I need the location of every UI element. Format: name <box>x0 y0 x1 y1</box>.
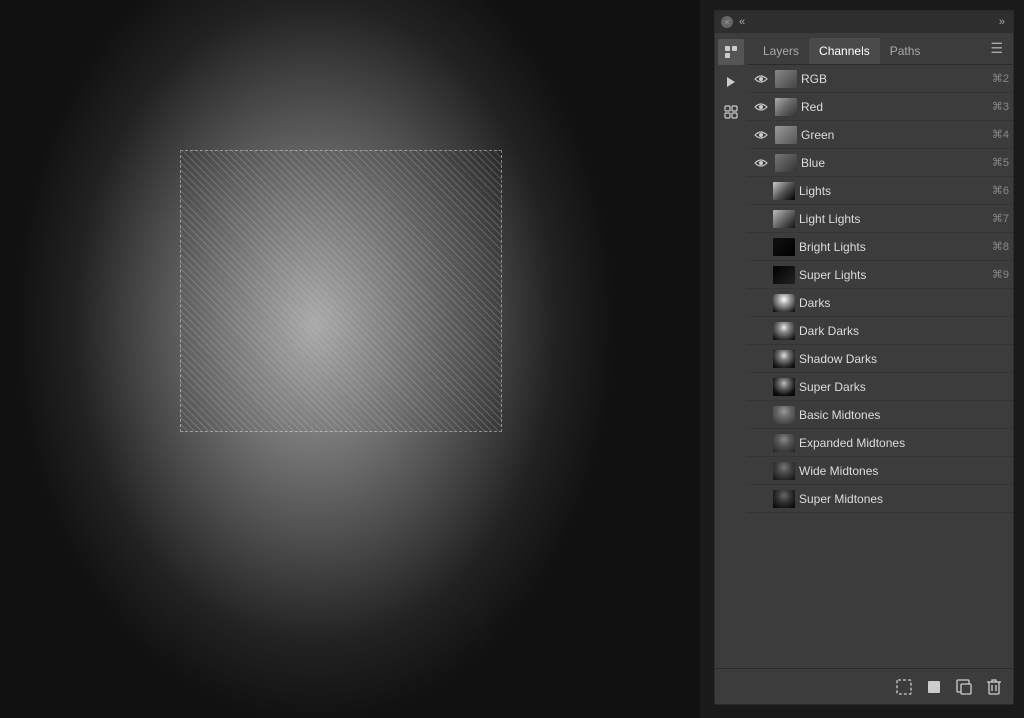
channel-row-wide-mid[interactable]: Wide Midtones <box>747 457 1013 485</box>
tab-layers[interactable]: Layers <box>753 38 809 64</box>
channel-row-rgb[interactable]: RGB ⌘2 <box>747 65 1013 93</box>
channel-thumb-basic-mid <box>773 406 795 424</box>
panel-collapse-left[interactable]: « <box>737 16 747 28</box>
channel-shortcut-green: ⌘4 <box>992 128 1009 141</box>
channel-name-shadow-darks: Shadow Darks <box>799 352 1009 366</box>
eye-icon-rgb[interactable] <box>751 69 771 89</box>
checkbox-basic-mid[interactable] <box>751 407 767 423</box>
channel-row-blue[interactable]: Blue ⌘5 <box>747 149 1013 177</box>
play-icon[interactable] <box>718 69 744 95</box>
panel-content: Layers Channels Paths ☰ RGB ⌘2 Red ⌘3 Gree… <box>747 33 1013 668</box>
channel-thumb-super-darks <box>773 378 795 396</box>
channel-thumb-red <box>775 98 797 116</box>
channel-name-expanded-mid: Expanded Midtones <box>799 436 1009 450</box>
panel-topbar: ✕ « » <box>715 11 1013 33</box>
channels-list: RGB ⌘2 Red ⌘3 Green ⌘4 Blue ⌘5 Lights ⌘6 Light … <box>747 65 1013 668</box>
channel-name-super-lights: Super Lights <box>799 268 988 282</box>
channel-row-basic-mid[interactable]: Basic Midtones <box>747 401 1013 429</box>
channel-row-dark-darks[interactable]: Dark Darks <box>747 317 1013 345</box>
channel-name-lights: Lights <box>799 184 988 198</box>
channels-panel: ✕ « » <box>714 10 1014 705</box>
checkbox-super-darks[interactable] <box>751 379 767 395</box>
channel-shortcut-rgb: ⌘2 <box>992 72 1009 85</box>
eye-icon-red[interactable] <box>751 97 771 117</box>
channel-name-rgb: RGB <box>801 72 988 86</box>
channel-name-bright-lights: Bright Lights <box>799 240 988 254</box>
channel-name-blue: Blue <box>801 156 988 170</box>
channel-shortcut-lights: ⌘6 <box>992 184 1009 197</box>
checkbox-shadow-darks[interactable] <box>751 351 767 367</box>
load-selection-button[interactable] <box>893 676 915 698</box>
channel-mixer-icon[interactable] <box>718 39 744 65</box>
checkbox-expanded-mid[interactable] <box>751 435 767 451</box>
channel-name-basic-mid: Basic Midtones <box>799 408 1009 422</box>
eye-icon-green[interactable] <box>751 125 771 145</box>
save-channel-button[interactable] <box>923 676 945 698</box>
channel-thumb-super-lights <box>773 266 795 284</box>
checkbox-lights[interactable] <box>751 183 767 199</box>
channel-shortcut-bright-lights: ⌘8 <box>992 240 1009 253</box>
channel-thumb-expanded-mid <box>773 434 795 452</box>
channel-thumb-bright-lights <box>773 238 795 256</box>
photo-background <box>0 0 700 718</box>
channel-thumb-lights <box>773 182 795 200</box>
checkbox-light-lights[interactable] <box>751 211 767 227</box>
checkbox-darks[interactable] <box>751 295 767 311</box>
new-channel-button[interactable] <box>953 676 975 698</box>
channel-row-red[interactable]: Red ⌘3 <box>747 93 1013 121</box>
channel-row-super-mid[interactable]: Super Midtones <box>747 485 1013 513</box>
channel-row-shadow-darks[interactable]: Shadow Darks <box>747 345 1013 373</box>
channel-name-light-lights: Light Lights <box>799 212 988 226</box>
channel-thumb-rgb <box>775 70 797 88</box>
channel-row-super-darks[interactable]: Super Darks <box>747 373 1013 401</box>
panel-footer <box>715 668 1013 704</box>
channel-name-super-darks: Super Darks <box>799 380 1009 394</box>
checkbox-super-lights[interactable] <box>751 267 767 283</box>
channel-name-darks: Darks <box>799 296 1009 310</box>
channel-thumb-darks <box>773 294 795 312</box>
panel-expand-right[interactable]: » <box>997 16 1007 28</box>
channel-shortcut-super-lights: ⌘9 <box>992 268 1009 281</box>
checkbox-wide-mid[interactable] <box>751 463 767 479</box>
checkbox-bright-lights[interactable] <box>751 239 767 255</box>
channel-thumb-light-lights <box>773 210 795 228</box>
channel-row-darks[interactable]: Darks <box>747 289 1013 317</box>
panel-arrows-right: » <box>997 16 1007 28</box>
channel-name-dark-darks: Dark Darks <box>799 324 1009 338</box>
tab-channels[interactable]: Channels <box>809 38 880 64</box>
checkbox-dark-darks[interactable] <box>751 323 767 339</box>
channel-thumb-wide-mid <box>773 462 795 480</box>
delete-channel-button[interactable] <box>983 676 1005 698</box>
channel-name-green: Green <box>801 128 988 142</box>
channel-thumb-blue <box>775 154 797 172</box>
channel-name-wide-mid: Wide Midtones <box>799 464 1009 478</box>
checkbox-super-mid[interactable] <box>751 491 767 507</box>
panel-controls-left: ✕ « <box>721 16 747 28</box>
layers-icon[interactable] <box>718 99 744 125</box>
channel-name-red: Red <box>801 100 988 114</box>
tab-paths[interactable]: Paths <box>880 38 931 64</box>
panel-sidebar <box>715 33 747 668</box>
channel-row-super-lights[interactable]: Super Lights ⌘9 <box>747 261 1013 289</box>
channel-shortcut-blue: ⌘5 <box>992 156 1009 169</box>
channel-row-lights[interactable]: Lights ⌘6 <box>747 177 1013 205</box>
channel-thumb-dark-darks <box>773 322 795 340</box>
channel-shortcut-red: ⌘3 <box>992 100 1009 113</box>
panel-menu-icon[interactable]: ☰ <box>986 36 1007 61</box>
channel-row-light-lights[interactable]: Light Lights ⌘7 <box>747 205 1013 233</box>
tab-bar: Layers Channels Paths ☰ <box>747 33 1013 65</box>
panel-body: Layers Channels Paths ☰ RGB ⌘2 Red ⌘3 Gree… <box>715 33 1013 668</box>
channel-thumb-green <box>775 126 797 144</box>
channel-thumb-super-mid <box>773 490 795 508</box>
channel-row-expanded-mid[interactable]: Expanded Midtones <box>747 429 1013 457</box>
channel-row-green[interactable]: Green ⌘4 <box>747 121 1013 149</box>
eye-icon-blue[interactable] <box>751 153 771 173</box>
channel-shortcut-light-lights: ⌘7 <box>992 212 1009 225</box>
panel-close-button[interactable]: ✕ <box>721 16 733 28</box>
channel-thumb-shadow-darks <box>773 350 795 368</box>
channel-name-super-mid: Super Midtones <box>799 492 1009 506</box>
channel-row-bright-lights[interactable]: Bright Lights ⌘8 <box>747 233 1013 261</box>
